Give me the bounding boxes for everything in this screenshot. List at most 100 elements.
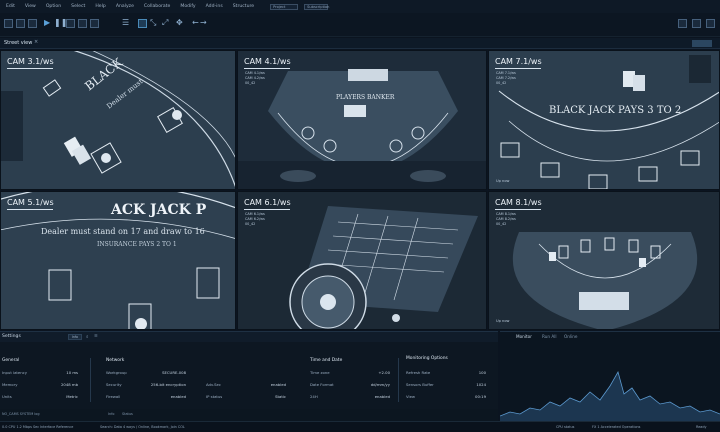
setting-key: Adv.Sec [206,382,221,387]
menu-option[interactable]: Option [46,4,61,9]
setting-value[interactable]: Static [236,394,286,399]
blackjack-table-view: ACK JACK P Dealer must stand on 17 and d… [1,192,235,329]
window-icon[interactable] [16,19,25,28]
settings-title: Settings [2,334,21,339]
setting-value[interactable]: enabled [136,394,186,399]
menu-edit[interactable]: Edit [6,4,15,9]
arrow-right-icon[interactable]: → [200,18,207,28]
camera-select-icon[interactable] [138,19,147,28]
setting-value[interactable]: enabled [340,394,390,399]
project-field[interactable]: Project [270,3,299,10]
status-ready: Ready [696,425,707,429]
menu-add-ins[interactable]: Add-ins [206,4,223,9]
setting-value[interactable]: Metric [40,394,78,399]
settings-panel: Settings Info ⌕ ≡ General Input latency … [0,331,498,421]
setting-key: IP status [206,394,223,399]
search-icon[interactable]: ⌕ [86,334,89,340]
info-tab[interactable]: Info [108,412,114,416]
align-icon[interactable]: ☰ [122,18,129,28]
menu-select[interactable]: Select [71,4,85,9]
tab-online[interactable]: Online [564,334,578,339]
snapshot-icon[interactable] [90,19,99,28]
stop-icon[interactable] [66,19,75,28]
close-view-icon[interactable]: × [34,39,38,45]
svg-text:ACK JACK P: ACK JACK P [110,202,207,218]
play-icon[interactable]: ▶ [44,18,50,28]
layers-icon[interactable] [28,19,37,28]
arrow-left-icon[interactable]: ← [192,18,199,28]
setting-value[interactable]: 256-bit encryption [136,382,186,387]
divider [398,358,399,402]
camera-feed-5-1[interactable]: ACK JACK P Dealer must stand on 17 and d… [0,191,236,330]
settings-icon[interactable] [706,19,715,28]
setting-key: Refresh Rate [406,370,431,375]
camera-label: CAM 7.1/ws [495,57,542,66]
camera-feed-6-1[interactable]: CAM 6.1/ws CAM 6.1/ws CAM 6.2/ws 00_42 [237,191,487,330]
menu-help[interactable]: Help [95,4,105,9]
monitor-icon[interactable] [678,19,687,28]
camera-label: CAM 6.1/ws [244,198,291,207]
live-indicator: Up now [496,319,510,323]
activity-graph [500,370,720,422]
camera-feed-4-1[interactable]: PLAYERS BANKER CAM 4.1/ws CAM 4.1/ws CAM… [237,50,487,190]
setting-value[interactable]: 2048 mb [40,382,78,387]
setting-key: 24H [310,394,318,399]
setting-value[interactable]: 1024 [436,382,486,387]
setting-key: Input latency [2,370,27,375]
setting-value[interactable]: 00:19 [436,394,486,399]
pan-icon[interactable]: ✥ [176,18,183,28]
general-heading: General [2,358,20,363]
setting-value[interactable]: 100 [436,370,486,375]
status-reference[interactable]: Interface Reference [40,425,73,429]
camera-meta: CAM 7.1/ws CAM 7.2/ws 00_42 [496,71,516,85]
blackjack-pays-text: BLACK JACK PAYS 3 TO 2 [549,105,681,116]
grid-icon[interactable] [4,19,13,28]
user-icon[interactable] [692,19,701,28]
log-strip: NO_CAMS SYSTEM log Info Status [0,409,498,421]
settings-header: Settings Info ⌕ ≡ [0,332,498,342]
camera-feed-3-1[interactable]: BLACK Dealer must CAM 3.1/ws [0,50,236,190]
menu-view[interactable]: View [25,4,36,9]
settings-tag[interactable]: Info [68,334,82,340]
camera-meta: CAM 8.1/ws CAM 8.2/ws 00_42 [496,212,516,226]
players-banker-text: PLAYERS BANKER [336,94,395,101]
dealer-rule-text: Dealer must stand on 17 and draw to 16 [41,227,205,236]
setting-value[interactable]: +2.00 [340,370,390,375]
monitoring-heading: Monitoring Options [406,356,448,361]
camera-feed-8-1[interactable]: CAM 8.1/ws CAM 8.1/ws CAM 8.2/ws 00_42 U… [488,191,720,330]
subscription-field[interactable]: Subscription [304,3,329,10]
status-bar: 0.0 CPU 1.2 Mbps Sec Interface Reference… [0,421,720,432]
tab-run-all[interactable]: Run All [542,334,557,339]
view-title: Street view [4,40,33,46]
setting-value[interactable]: enabled [236,382,286,387]
view-header: Street view × [0,38,720,49]
menu-structure[interactable]: Structure [233,4,254,9]
status-tab[interactable]: Status [122,412,133,416]
setting-value[interactable]: 10 ms [40,370,78,375]
tab-monitor[interactable]: Monitor [516,334,532,339]
setting-key: Date Format [310,382,334,387]
camera-feed-7-1[interactable]: BLACK JACK PAYS 3 TO 2 CAM 7.1/ws CAM 7.… [488,50,720,190]
network-heading: Network [106,358,125,363]
setting-value[interactable]: dd/mm/yy [340,382,390,387]
status-search[interactable]: Search: Data 4 ways / Online, Bookmark, … [100,425,185,429]
monitor-panel: Monitor Run All Online [500,331,720,422]
menu-collaborate[interactable]: Collaborate [144,4,170,9]
menu-icon[interactable]: ≡ [94,334,98,339]
camera-label: CAM 8.1/ws [495,198,542,207]
live-indicator: Up now [496,179,510,183]
label-underline [495,68,541,69]
setting-key: Time zone [310,370,330,375]
menu-analyze[interactable]: Analyze [116,4,134,9]
view-options-button[interactable] [692,40,712,47]
camera-label: CAM 4.1/ws [244,57,291,66]
setting-key: Security [106,382,122,387]
setting-value[interactable]: SECURE-008 [136,370,186,375]
time-heading: Time and Date [310,358,343,363]
record-icon[interactable] [78,19,87,28]
label-underline [495,209,541,210]
pointer-icon[interactable]: ⤡ [150,18,156,28]
menu-modify[interactable]: Modify [180,4,195,9]
zoom-icon[interactable]: ⤢ [162,18,168,28]
setting-key: Memory [2,382,18,387]
